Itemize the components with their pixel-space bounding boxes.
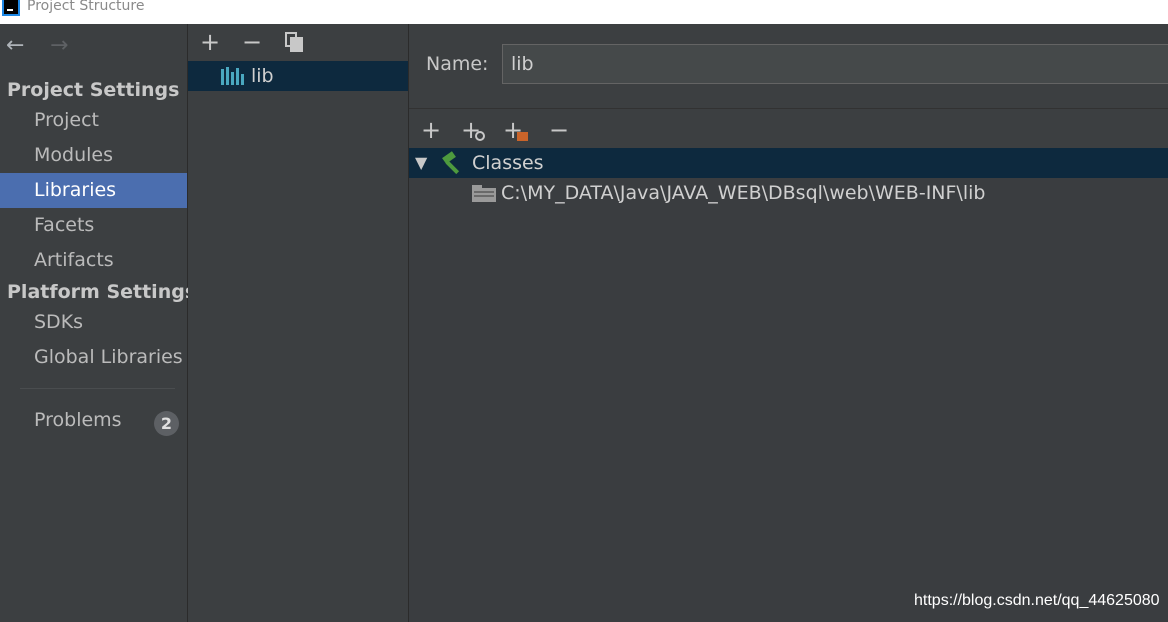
window-title: Project Structure (27, 0, 145, 14)
tree-node-classes[interactable]: ▼ Classes (409, 148, 1168, 178)
nav-item-label: Artifacts (34, 249, 114, 271)
nav-item-label: Libraries (34, 179, 117, 201)
nav-item-label: Global Libraries (34, 346, 183, 368)
nav-item-problems[interactable]: Problems 2 (0, 403, 187, 438)
tree-node-label: Classes (472, 152, 544, 174)
library-name-input[interactable] (502, 44, 1168, 84)
nav-item-label: Facets (34, 214, 95, 236)
watermark-text: https://blog.csdn.net/qq_44625080 (914, 592, 1160, 609)
nav-item-artifacts[interactable]: Artifacts (0, 243, 187, 278)
intellij-icon (2, 0, 20, 16)
nav-item-sdks[interactable]: SDKs (0, 305, 187, 340)
project-settings-header: Project Settings (7, 79, 180, 101)
tree-node-label: C:\MY_DATA\Java\JAVA_WEB\DBsql\web\WEB-I… (501, 182, 986, 204)
nav-item-facets[interactable]: Facets (0, 208, 187, 243)
remove-icon[interactable]: − (549, 118, 569, 142)
library-roots-tree: ▼ Classes C:\MY_DATA\Java\JAVA_WEB\DBsql… (409, 148, 1168, 622)
expand-arrow-icon[interactable]: ▼ (415, 148, 427, 178)
arrow-left-icon[interactable]: ← (6, 34, 24, 58)
copy-icon[interactable] (285, 32, 303, 52)
nav-item-project[interactable]: Project (0, 103, 187, 138)
settings-nav-panel: ← → Project Settings Project Modules Lib… (0, 24, 196, 622)
problems-count-badge: 2 (154, 411, 179, 436)
nav-item-global-libraries[interactable]: Global Libraries (0, 340, 187, 375)
divider (409, 108, 1168, 109)
nav-item-label: Problems (34, 409, 122, 431)
nav-item-label: SDKs (34, 311, 84, 333)
name-label: Name: (426, 53, 489, 75)
nav-item-label: Modules (34, 144, 113, 166)
arrow-right-icon[interactable]: → (50, 34, 68, 58)
add-url-icon[interactable]: + (461, 118, 487, 144)
jar-directory-icon (472, 185, 496, 202)
nav-item-libraries[interactable]: Libraries (0, 173, 187, 208)
add-icon[interactable]: + (200, 30, 220, 54)
platform-settings-header: Platform Settings (7, 281, 197, 303)
add-icon[interactable]: + (421, 118, 441, 142)
window-titlebar: Project Structure (0, 0, 1168, 24)
library-detail-panel: Name: + + + − ▼ Classes C:\MY_DATA\Ja (409, 24, 1168, 622)
library-icon (221, 67, 245, 85)
nav-divider (20, 388, 175, 389)
hammer-icon (442, 151, 460, 175)
library-item-lib[interactable]: lib (188, 61, 408, 91)
nav-item-label: Project (34, 109, 100, 131)
add-folder-icon[interactable]: + (503, 118, 529, 144)
library-label: lib (251, 65, 274, 87)
remove-icon[interactable]: − (242, 30, 262, 54)
tree-node-path[interactable]: C:\MY_DATA\Java\JAVA_WEB\DBsql\web\WEB-I… (409, 178, 1168, 208)
libraries-list-panel: + − lib (188, 24, 409, 622)
nav-item-modules[interactable]: Modules (0, 138, 187, 173)
